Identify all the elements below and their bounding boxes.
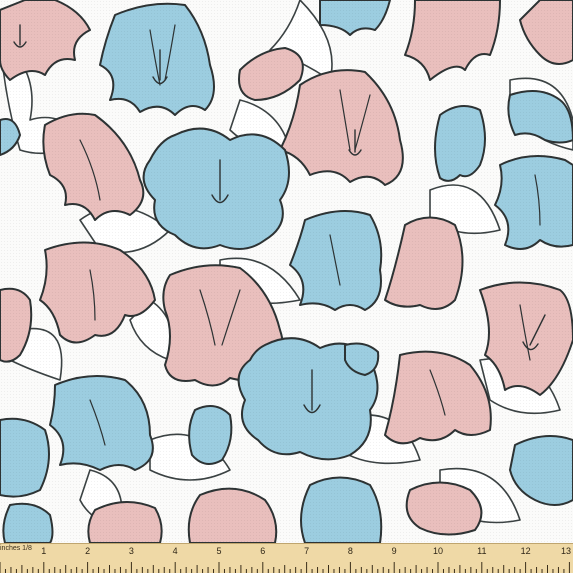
bellflower-illustration [0,0,573,543]
ruler-number: 13 [560,546,572,556]
ruler-unit-label: inches 1/8 [0,545,34,552]
ruler-number: 11 [477,546,487,556]
ruler-number: 4 [172,546,178,556]
ruler-number: 8 [347,546,353,556]
ruler-number: 5 [216,546,222,556]
ruler-number: 6 [260,546,266,556]
ruler-number: 3 [128,546,134,556]
ruler-number: 1 [41,546,47,556]
ruler-number: 2 [85,546,91,556]
floral-fabric-pattern [0,0,573,573]
ruler-numbers: 1 2 3 4 5 6 7 8 9 10 11 12 13 [0,544,573,573]
ruler-number: 9 [391,546,397,556]
ruler-number: 12 [520,546,531,556]
ruler-number: 7 [304,546,310,556]
ruler-number: 10 [432,546,444,556]
measuring-ruler: 1 2 3 4 5 6 7 8 9 10 11 12 13 inches 1/8 [0,543,573,573]
